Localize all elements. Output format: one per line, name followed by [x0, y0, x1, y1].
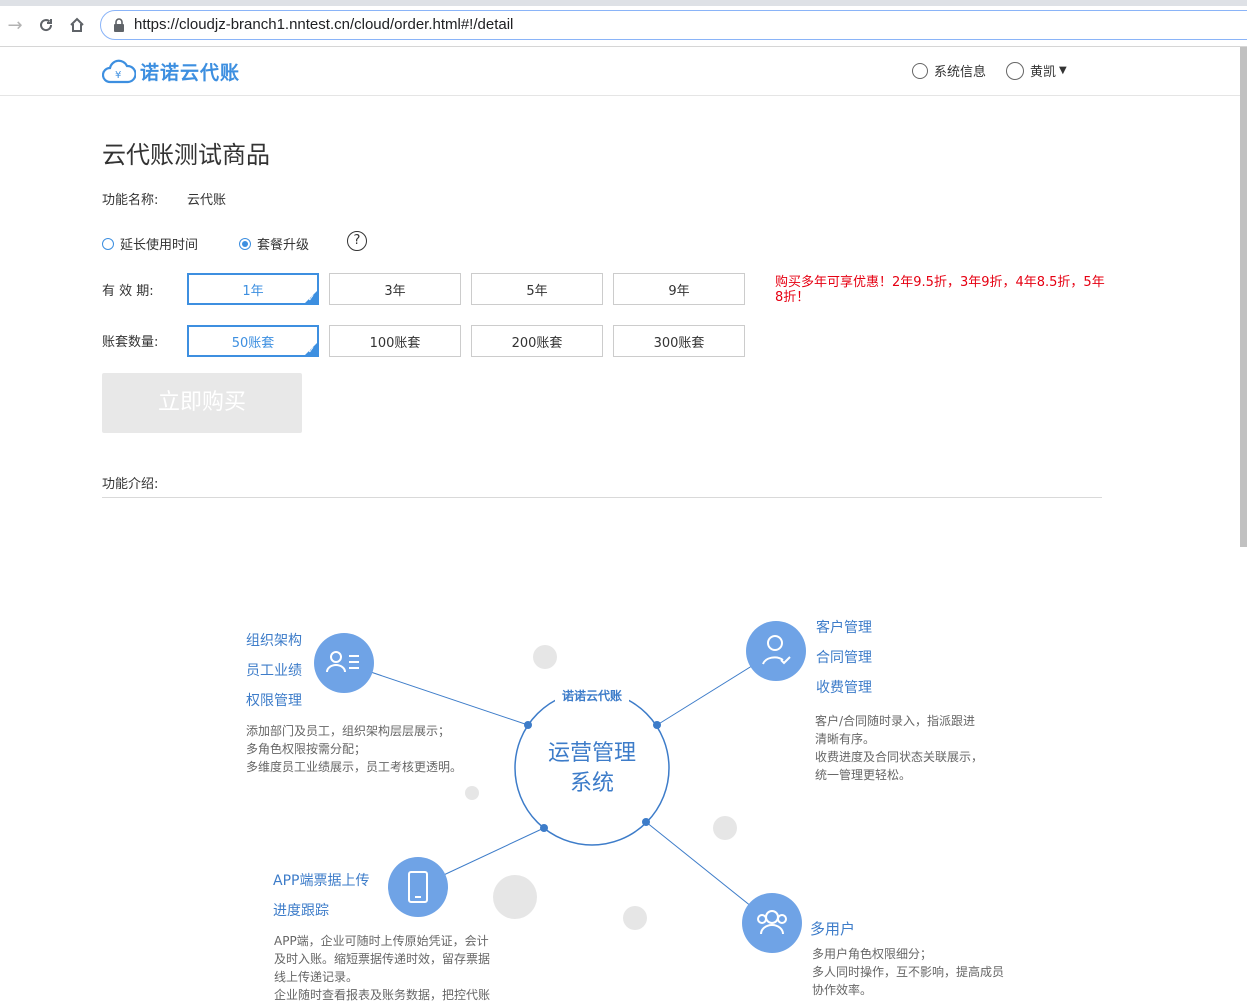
cloud-logo-icon: ¥ [102, 59, 136, 84]
desc-line: 多维度员工业绩展示，员工考核更透明。 [246, 760, 463, 774]
system-info-link[interactable]: 系统信息 [912, 61, 986, 80]
validity-option-1y[interactable]: 1年 ✓ [187, 273, 319, 305]
desc-line: 客户/合同随时录入，指派跟进 [815, 714, 976, 728]
validity-option-label: 9年 [668, 284, 690, 299]
system-info-label: 系统信息 [934, 65, 987, 80]
desc-line: 收费进度及合同状态关联展示， [815, 750, 984, 764]
radio-dot-checked [239, 237, 251, 250]
promo-text: 购买多年可享优惠！2年9.5折，3年9折，4年8.5折，5年8折！ [775, 275, 1105, 305]
radio-dot [102, 237, 114, 250]
feature-name-label: 功能名称: [102, 193, 159, 208]
desc-line: 多用户角色权限细分； [812, 947, 933, 961]
desc-line: 企业随时查看报表及账务数据，把控代账 [274, 988, 491, 1002]
validity-option-label: 1年 [242, 284, 264, 299]
radio-extend-label: 延长使用时间 [120, 238, 199, 253]
app-header: ¥ 诺诺云代账 系统信息 黄凯 ▼ [0, 47, 1247, 96]
user-icon [1006, 61, 1024, 80]
help-icon[interactable]: ? [347, 231, 367, 251]
user-menu[interactable]: 黄凯 ▼ [1006, 61, 1067, 80]
accounts-option-label: 50账套 [231, 336, 275, 351]
feature-billing: 收费管理 [816, 680, 872, 696]
desc-line: 清晰有序。 [815, 732, 876, 746]
accounts-option-300[interactable]: 300账套 [613, 325, 745, 357]
org-node [314, 633, 374, 693]
caret-down-icon: ▼ [1059, 65, 1067, 76]
home-icon[interactable] [66, 14, 88, 36]
feature-org: 组织架构 [246, 633, 302, 649]
desc-line: 协作效率。 [812, 983, 873, 997]
accounts-option-label: 200账套 [511, 336, 563, 351]
address-bar[interactable]: https://cloudjz-branch1.nntest.cn/cloud/… [100, 10, 1247, 40]
desc-line: 添加部门及员工，组织架构层层展示； [246, 724, 451, 738]
desc-line: 及时入账。缩短票据传递时效，留存票据 [274, 952, 491, 966]
validity-option-3y[interactable]: 3年 [329, 273, 461, 305]
intro-label: 功能介绍: [102, 477, 159, 492]
connector-dot [540, 824, 548, 832]
validity-option-9y[interactable]: 9年 [613, 273, 745, 305]
radio-extend[interactable]: 延长使用时间 [102, 234, 198, 253]
user-name: 黄凯 [1030, 65, 1057, 80]
browser-toolbar: → https://cloudjz-branch1.nntest.cn/clou… [0, 0, 1247, 47]
url-text: https://cloudjz-branch1.nntest.cn/cloud/… [134, 16, 514, 33]
bubble [493, 875, 537, 919]
validity-label: 有 效 期: [102, 284, 154, 299]
feature-app-upload: APP端票据上传 [273, 873, 370, 889]
accounts-option-50[interactable]: 50账套 ✓ [187, 325, 319, 357]
desc-customer: 客户/合同随时录入，指派跟进 清晰有序。 收费进度及合同状态关联展示， 统一管理… [815, 712, 983, 784]
connector-dot [653, 721, 661, 729]
desc-line: 统一管理更轻松。 [815, 768, 912, 782]
tab-strip [0, 0, 1247, 6]
diagram-brand: 诺诺云代账 [561, 689, 622, 703]
connector-dot [524, 721, 532, 729]
logo-text: 诺诺云代账 [140, 61, 241, 84]
feature-permission: 权限管理 [246, 693, 302, 709]
logo[interactable]: ¥ 诺诺云代账 [102, 56, 240, 86]
svg-text:¥: ¥ [115, 70, 121, 81]
reload-icon[interactable] [35, 14, 57, 36]
lock-icon [114, 18, 124, 32]
message-icon [912, 62, 928, 79]
feature-contract: 合同管理 [816, 650, 872, 666]
bubble [465, 786, 479, 800]
feature-progress: 进度跟踪 [273, 903, 329, 919]
desc-line: 线上传递记录。 [274, 970, 359, 984]
bubble [533, 645, 557, 669]
accounts-option-100[interactable]: 100账套 [329, 325, 461, 357]
forward-icon[interactable]: → [4, 14, 26, 36]
connector-dot [642, 818, 650, 826]
page-title: 云代账测试商品 [102, 141, 270, 169]
customer-node [746, 621, 806, 681]
check-icon: ✓ [307, 294, 315, 304]
feature-diagram: 诺诺云代账 运营管理 系统 组织架构 员工业绩 权限管理 添加部门及员工，组织架… [0, 498, 1247, 1002]
accounts-label: 账套数量: [102, 335, 159, 350]
center-title-line1: 运营管理 [547, 741, 636, 766]
validity-option-label: 5年 [526, 284, 548, 299]
desc-app: APP端，企业可随时上传原始凭证，会计 及时入账。缩短票据传递时效，留存票据 线… [274, 932, 490, 1004]
validity-option-5y[interactable]: 5年 [471, 273, 603, 305]
feature-customer: 客户管理 [816, 620, 872, 636]
bubble [623, 906, 647, 930]
feature-performance: 员工业绩 [246, 663, 302, 679]
desc-line: 多人同时操作，互不影响，提高成员 [812, 965, 1005, 979]
desc-org: 添加部门及员工，组织架构层层展示； 多角色权限按需分配； 多维度员工业绩展示，员… [246, 722, 462, 776]
scrollbar[interactable] [1240, 47, 1247, 547]
check-icon: ✓ [307, 346, 315, 356]
desc-line: APP端，企业可随时上传原始凭证，会计 [274, 934, 489, 948]
accounts-option-200[interactable]: 200账套 [471, 325, 603, 357]
radio-upgrade-label: 套餐升级 [257, 238, 310, 253]
accounts-option-label: 300账套 [653, 336, 705, 351]
radio-upgrade[interactable]: 套餐升级 [239, 234, 309, 253]
feature-name-value: 云代账 [187, 193, 227, 208]
desc-line: 多角色权限按需分配； [246, 742, 367, 756]
feature-multiuser: 多用户 [810, 920, 856, 938]
desc-multiuser: 多用户角色权限细分； 多人同时操作，互不影响，提高成员 协作效率。 [812, 945, 1004, 999]
app-node [388, 857, 448, 917]
accounts-option-label: 100账套 [369, 336, 421, 351]
validity-option-label: 3年 [384, 284, 406, 299]
center-title-line2: 系统 [569, 771, 614, 796]
buy-now-button[interactable]: 立即购买 [102, 373, 302, 433]
bubble [713, 816, 737, 840]
